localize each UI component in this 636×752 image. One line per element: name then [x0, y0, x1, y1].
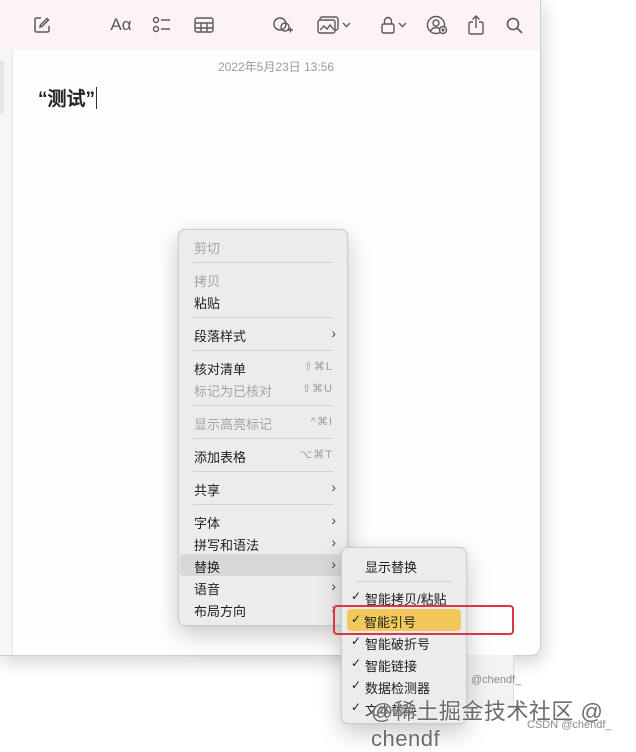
menu-separator — [193, 471, 333, 472]
menu-separator — [193, 317, 333, 318]
note-title: “测试” — [38, 89, 96, 110]
menu-item-font[interactable]: 字体 › — [180, 510, 346, 532]
media-icon[interactable] — [314, 13, 354, 37]
menu-item-copy[interactable]: 拷贝 — [180, 268, 346, 290]
chevron-right-icon: › — [331, 556, 336, 572]
watermark-csdn: CSDN @chendf_ — [527, 719, 612, 731]
compose-icon[interactable] — [31, 13, 53, 37]
menu-item-paragraph-style[interactable]: 段落样式 › — [180, 323, 346, 345]
lock-icon[interactable] — [377, 13, 411, 37]
menu-item-add-table[interactable]: 添加表格 ⌥⌘T — [180, 444, 346, 466]
sidebar-selection — [0, 60, 4, 114]
checkmark-icon: ✓ — [351, 678, 362, 692]
menu-item-paste[interactable]: 粘贴 — [180, 290, 346, 312]
menu-item-show-substitutions[interactable]: 显示替换 — [343, 554, 465, 576]
chevron-down-icon — [342, 22, 351, 28]
menu-separator — [193, 405, 333, 406]
search-icon[interactable] — [503, 13, 525, 37]
annotation-highlight-box — [333, 605, 514, 635]
menu-separator — [193, 504, 333, 505]
chevron-right-icon: › — [331, 534, 336, 550]
menu-item-show-highlights[interactable]: 显示高亮标记 ^⌘I — [180, 411, 346, 433]
menu-item-cut[interactable]: 剪切 — [180, 235, 346, 257]
chevron-right-icon: › — [331, 578, 336, 594]
sidebar-edge — [0, 50, 13, 655]
share-user-icon[interactable] — [425, 13, 449, 37]
share-icon[interactable] — [466, 13, 486, 37]
menu-separator — [356, 581, 452, 582]
menu-item-spelling[interactable]: 拼写和语法 › — [180, 532, 346, 554]
toolbar: Aα — [0, 0, 540, 50]
context-menu: 剪切 拷贝 粘贴 段落样式 › 核对清单 ⇧⌘L 标记为已核对 ⇧⌘U 显示高亮标记 ^… — [178, 229, 348, 626]
chevron-right-icon: › — [331, 479, 336, 495]
menu-item-layout[interactable]: 布局方向 › — [180, 598, 346, 620]
chevron-down-icon — [398, 22, 407, 28]
watermark-small: @chendf_ — [471, 674, 522, 686]
chevron-right-icon: › — [331, 512, 336, 528]
collaborate-icon[interactable] — [271, 13, 295, 37]
text-format-icon[interactable]: Aα — [108, 13, 134, 37]
checkmark-icon: ✓ — [351, 634, 362, 648]
menu-separator — [193, 350, 333, 351]
menu-item-share[interactable]: 共享 › — [180, 477, 346, 499]
menu-item-smart-links[interactable]: ✓ 智能链接 — [343, 653, 465, 675]
note-editor[interactable]: “测试” — [38, 84, 98, 111]
text-caret — [96, 87, 98, 109]
checkmark-icon: ✓ — [351, 589, 362, 603]
menu-separator — [193, 262, 333, 263]
chevron-right-icon: › — [331, 325, 336, 341]
menu-item-mark-checked[interactable]: 标记为已核对 ⇧⌘U — [180, 378, 346, 400]
note-date: 2022年5月23日 13:56 — [217, 60, 335, 74]
checklist-icon[interactable] — [151, 13, 173, 37]
checkmark-icon: ✓ — [351, 700, 362, 714]
menu-item-check-list[interactable]: 核对清单 ⇧⌘L — [180, 356, 346, 378]
menu-item-speech[interactable]: 语音 › — [180, 576, 346, 598]
menu-item-substitutions[interactable]: 替换 › — [180, 554, 346, 576]
table-icon[interactable] — [192, 13, 216, 37]
menu-separator — [193, 438, 333, 439]
checkmark-icon: ✓ — [351, 656, 362, 670]
